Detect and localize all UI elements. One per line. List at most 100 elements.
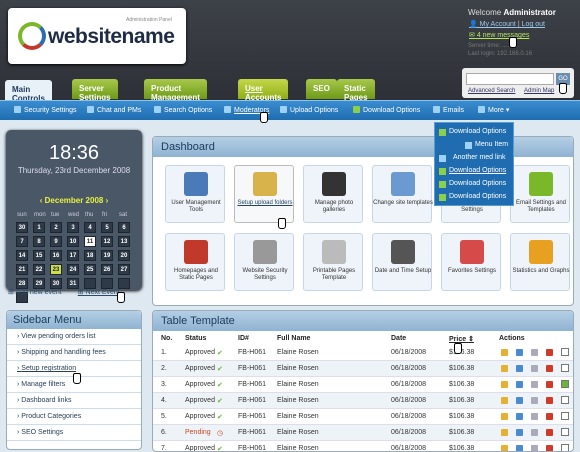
sidebar-item[interactable]: › Product Categories [7,409,141,425]
next-event-link[interactable]: ⊞ Next Event [78,289,120,296]
subnav-more[interactable]: More ▾ [478,106,509,114]
calendar-day[interactable]: 30 [16,222,28,233]
calendar-day[interactable]: 5 [101,222,113,233]
folder-icon[interactable] [501,381,508,388]
tab-user-accounts[interactable]: User Accounts [238,79,289,102]
user-icon[interactable] [516,429,523,436]
sidebar-item[interactable]: › Shipping and handling fees [7,345,141,361]
user-icon[interactable] [516,413,523,420]
chevron-right-icon[interactable]: › [103,196,109,205]
col-header-price[interactable]: Price ⇕ [449,335,474,343]
row-checkbox[interactable] [561,348,569,356]
dropdown-item[interactable]: Download Options [435,125,515,138]
subnav-download-options[interactable]: Download Options [353,106,420,114]
user-icon[interactable] [516,397,523,404]
sidebar-item[interactable]: › View pending orders list [7,329,141,345]
user-icon[interactable] [516,381,523,388]
calendar-day[interactable]: 10 [67,236,79,247]
my-account-link[interactable]: 👤 My Account | Log out [469,20,545,28]
sidebar-item[interactable]: › Dashboard links [7,393,141,409]
messages-link[interactable]: ✉ 4 new messages [469,31,529,39]
folder-icon[interactable] [501,445,508,451]
delete-icon[interactable] [546,429,553,436]
calendar-day[interactable]: 19 [101,250,113,261]
tab-seo[interactable]: SEO [306,79,337,99]
logo[interactable]: websitename Administration Panel [8,8,186,64]
delete-icon[interactable] [546,349,553,356]
calendar-day[interactable]: 16 [50,250,62,261]
folder-icon[interactable] [501,413,508,420]
calendar-day[interactable]: 20 [118,250,130,261]
user-icon[interactable] [516,349,523,356]
calendar-day[interactable]: 23 [50,264,62,275]
col-header-date[interactable]: Date [391,335,406,342]
calendar-day[interactable]: 12 [101,236,113,247]
col-header-status[interactable]: Status [185,335,206,342]
sidebar-item[interactable]: › SEO Settings [7,425,141,441]
delete-icon[interactable] [546,445,553,451]
tab-main-controls[interactable]: Main Controls [5,80,52,103]
calendar-day[interactable]: 4 [84,222,96,233]
dropdown-item[interactable]: Menu Item [435,138,515,151]
calendar-day[interactable]: 3 [67,222,79,233]
calendar-day[interactable]: 22 [33,264,45,275]
row-checkbox[interactable] [561,428,569,436]
user-icon[interactable] [516,365,523,372]
mail-icon[interactable] [531,349,538,356]
tab-product-management[interactable]: Product Management [144,79,207,102]
calendar-day[interactable]: 1 [33,222,45,233]
tab-static-pages[interactable]: Static Pages [337,79,375,102]
row-checkbox[interactable] [561,444,569,451]
subnav-security-settings[interactable]: Security Settings [14,106,77,114]
dashboard-tile[interactable]: Email Settings and Templates [510,165,570,223]
folder-icon[interactable] [501,429,508,436]
folder-icon[interactable] [501,349,508,356]
dashboard-tile[interactable]: Website Security Settings [234,233,294,291]
dropdown-item[interactable]: Another med link [435,151,515,164]
subnav-upload-options[interactable]: Upload Options [280,106,338,114]
delete-icon[interactable] [546,397,553,404]
calendar-day[interactable]: 27 [118,264,130,275]
calendar-day[interactable]: 11 [84,236,96,247]
col-header-id[interactable]: ID# [238,335,249,342]
calendar-day[interactable]: 25 [84,264,96,275]
dashboard-tile[interactable]: Manage photo galleries [303,165,363,223]
mail-icon[interactable] [531,429,538,436]
advanced-search-link[interactable]: Advanced Search [468,88,515,94]
calendar-day[interactable]: 13 [118,236,130,247]
folder-icon[interactable] [501,365,508,372]
user-icon[interactable] [516,445,523,451]
dashboard-tile[interactable]: Change site templates [372,165,433,223]
calendar-day[interactable]: 24 [67,264,79,275]
delete-icon[interactable] [546,365,553,372]
dropdown-item[interactable]: Download Options [435,190,515,203]
mail-icon[interactable] [531,381,538,388]
calendar-day[interactable]: 17 [67,250,79,261]
dropdown-item[interactable]: Download Options [435,177,515,190]
delete-icon[interactable] [546,413,553,420]
calendar-day[interactable]: 6 [118,222,130,233]
mail-icon[interactable] [531,365,538,372]
subnav-chat-pms[interactable]: Chat and PMs [87,106,141,114]
search-input[interactable] [466,73,554,85]
dashboard-tile[interactable]: User Management Tools [165,165,225,223]
mail-icon[interactable] [531,445,538,451]
calendar-day[interactable]: 18 [84,250,96,261]
log-out-link[interactable]: Log out [522,21,545,28]
dashboard-tile[interactable]: Favorites Settings [441,233,501,291]
calendar-day[interactable]: 9 [50,236,62,247]
folder-icon[interactable] [501,397,508,404]
subnav-search-options[interactable]: Search Options [154,106,212,114]
row-checkbox[interactable] [561,364,569,372]
row-checkbox[interactable] [561,396,569,404]
calendar-day[interactable]: 8 [33,236,45,247]
row-checkbox[interactable] [561,412,569,420]
dashboard-tile[interactable]: Statistics and Graphs [510,233,570,291]
calendar-day[interactable]: 15 [33,250,45,261]
dropdown-item[interactable]: Download Options [435,164,515,177]
calendar-day[interactable]: 21 [16,264,28,275]
delete-icon[interactable] [546,381,553,388]
mail-icon[interactable] [531,413,538,420]
add-event-link[interactable]: ⊞ Add new event [8,289,62,296]
mail-icon[interactable] [531,397,538,404]
